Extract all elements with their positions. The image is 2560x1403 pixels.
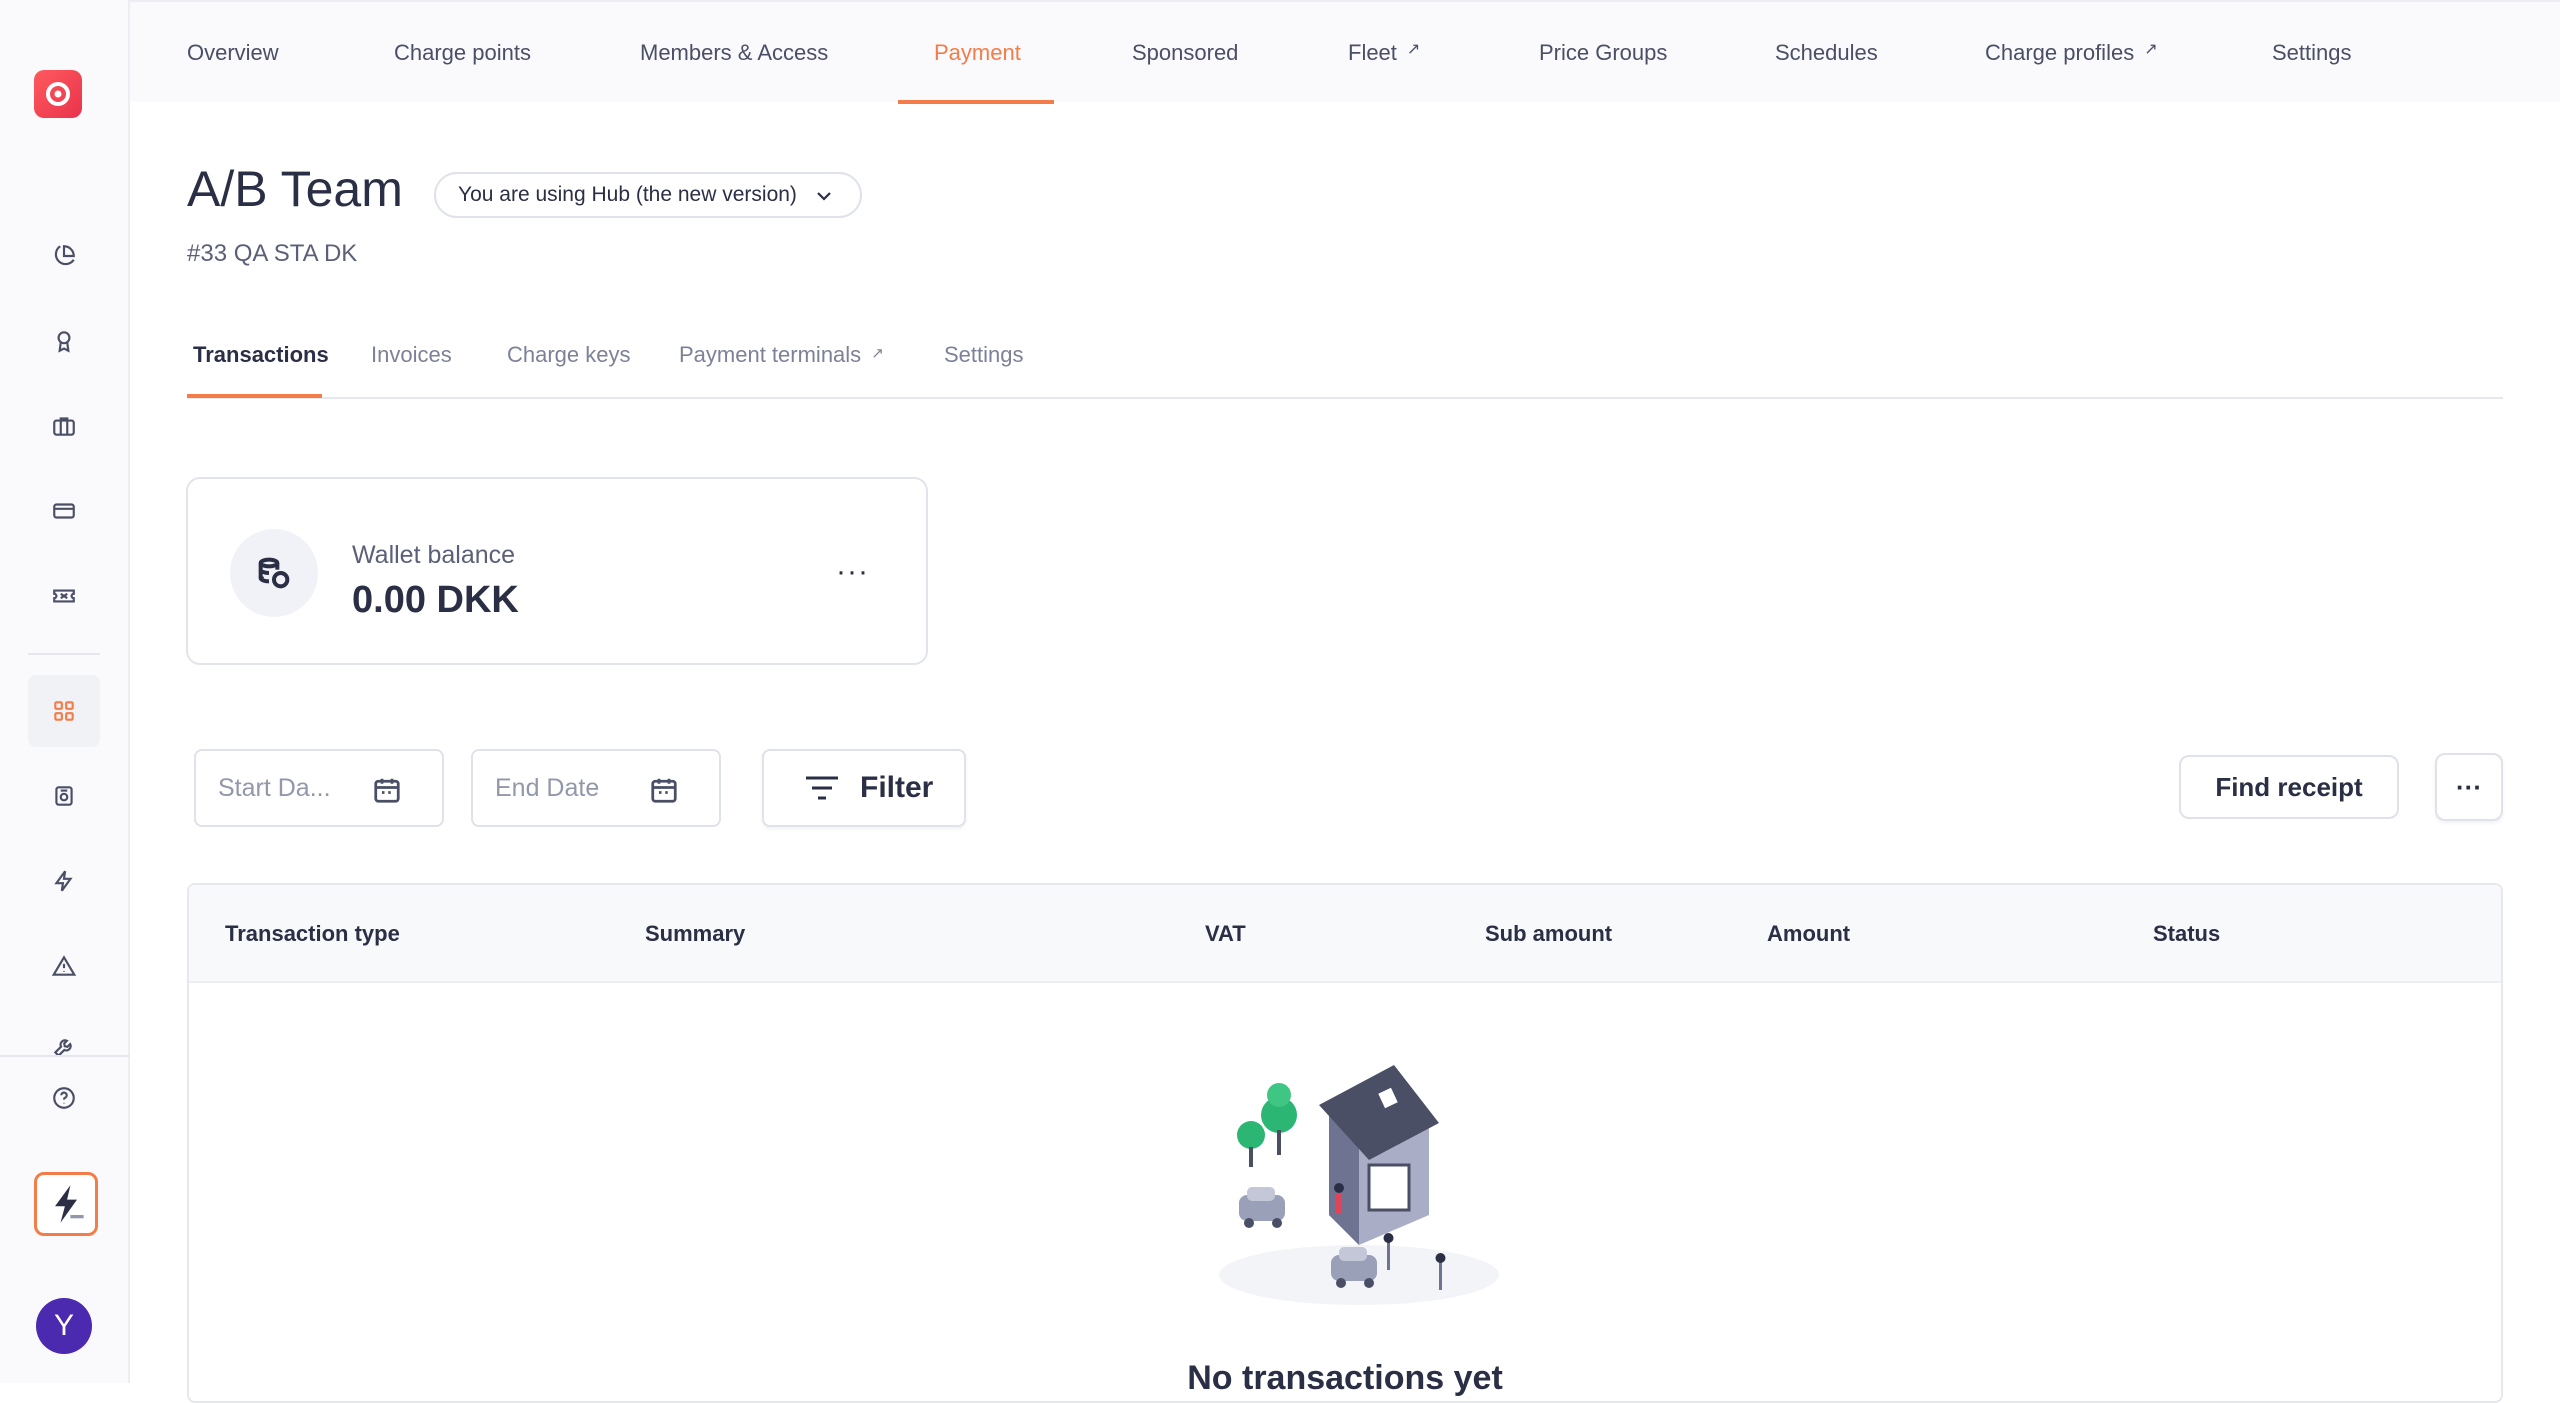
empty-state-text: No transactions yet <box>1187 1359 1503 1397</box>
start-date-input[interactable]: Start Da... <box>194 749 444 827</box>
sidebar-item-energy[interactable] <box>28 845 100 917</box>
filter-label: Filter <box>860 771 934 804</box>
column-header-status[interactable]: Status <box>2153 921 2220 947</box>
sidebar-item-alerts[interactable] <box>28 930 100 1002</box>
grid-icon <box>54 701 74 721</box>
organization-switcher[interactable] <box>34 1172 98 1236</box>
sidebar-divider <box>28 653 100 655</box>
version-label: You are using Hub (the new version) <box>458 183 797 206</box>
wrench-icon <box>53 1039 72 1055</box>
wallet-balance-label: Wallet balance <box>352 541 516 569</box>
sidebar-item-chargers[interactable] <box>28 760 100 832</box>
external-link-icon: ↗ <box>1406 41 1421 58</box>
page-subtitle: #33 QA STA DK <box>187 240 358 267</box>
tab-schedules[interactable]: Schedules <box>1775 2 1878 104</box>
logo-icon <box>46 82 70 106</box>
filter-icon <box>806 776 838 800</box>
external-link-icon: ↗ <box>2144 41 2158 58</box>
tab-price-groups[interactable]: Price Groups <box>1539 2 1667 104</box>
wallet-icon-container <box>230 529 318 617</box>
subtab-transactions[interactable]: Transactions <box>193 342 329 368</box>
wallet-more-button[interactable]: ··· <box>836 555 869 589</box>
app-logo[interactable] <box>34 70 82 118</box>
subtab-charge-keys[interactable]: Charge keys <box>507 342 631 368</box>
calendar-icon <box>374 778 400 803</box>
bolt-icon <box>54 870 73 892</box>
tab-payment[interactable]: Payment <box>934 2 1021 104</box>
sidebar-item-loyalty[interactable] <box>28 305 100 377</box>
subtab-payment-terminals-label: Payment terminals <box>679 342 862 367</box>
end-date-input[interactable]: End Date <box>471 749 721 827</box>
tab-settings[interactable]: Settings <box>2272 2 2352 104</box>
column-header-transaction-type[interactable]: Transaction type <box>225 921 400 947</box>
end-date-placeholder: End Date <box>495 773 600 802</box>
subtab-settings[interactable]: Settings <box>944 342 1024 368</box>
sidebar: Y <box>0 0 130 1383</box>
credit-card-icon <box>53 503 75 519</box>
active-tab-indicator <box>898 100 1054 104</box>
sidebar-item-vouchers[interactable] <box>28 560 100 632</box>
page-title: A/B Team <box>187 161 403 217</box>
column-header-sub-amount[interactable]: Sub amount <box>1485 921 1612 947</box>
sidebar-item-business[interactable] <box>28 390 100 462</box>
ticket-icon <box>53 589 75 603</box>
tab-charge-profiles[interactable]: Charge profiles ↗ <box>1985 2 2158 104</box>
calendar-icon <box>651 778 677 803</box>
top-nav: Overview Charge points Members & Access … <box>130 0 2560 104</box>
charger-icon <box>55 786 73 806</box>
column-header-summary[interactable]: Summary <box>645 921 745 947</box>
wallet-balance-value: 0.00 DKK <box>352 579 519 621</box>
help-icon <box>53 1087 75 1109</box>
sidebar-bottom-divider <box>0 1055 130 1057</box>
pie-chart-icon <box>54 245 75 266</box>
subtab-payment-terminals[interactable]: Payment terminals ↗ <box>679 342 884 368</box>
award-icon <box>57 331 71 353</box>
user-avatar[interactable]: Y <box>36 1298 92 1354</box>
start-date-placeholder: Start Da... <box>218 773 331 802</box>
briefcase-icon <box>53 417 75 436</box>
sidebar-item-help[interactable] <box>28 1062 100 1134</box>
more-options-button[interactable]: ··· <box>2435 753 2503 821</box>
table-header: Transaction type Summary VAT Sub amount … <box>189 885 2501 983</box>
tab-overview[interactable]: Overview <box>187 2 279 104</box>
sidebar-item-tools[interactable] <box>28 1010 100 1055</box>
chevron-down-icon <box>817 192 831 201</box>
column-header-amount[interactable]: Amount <box>1767 921 1850 947</box>
sidebar-item-hub[interactable] <box>28 675 100 747</box>
empty-state-illustration <box>1219 1065 1499 1305</box>
version-selector[interactable]: You are using Hub (the new version) <box>434 172 862 218</box>
subtab-invoices[interactable]: Invoices <box>371 342 452 368</box>
tab-charge-points[interactable]: Charge points <box>394 2 531 104</box>
column-header-vat[interactable]: VAT <box>1205 921 1246 947</box>
filter-button[interactable]: Filter <box>762 749 966 827</box>
alert-icon <box>51 955 77 976</box>
external-link-icon: ↗ <box>871 345 884 362</box>
transactions-table: Transaction type Summary VAT Sub amount … <box>187 883 2503 1403</box>
sidebar-item-billing[interactable] <box>28 475 100 547</box>
find-receipt-button[interactable]: Find receipt <box>2179 755 2399 819</box>
lightning-logo-icon <box>55 1185 84 1223</box>
wallet-balance-card: Wallet balance 0.00 DKK ··· <box>186 477 928 665</box>
sidebar-item-dashboard[interactable] <box>28 220 100 292</box>
tab-sponsored[interactable]: Sponsored <box>1132 2 1238 104</box>
subtabs-divider <box>187 397 2503 399</box>
active-subtab-indicator <box>187 394 322 398</box>
tab-members-access[interactable]: Members & Access <box>640 2 828 104</box>
tab-fleet[interactable]: Fleet ↗ <box>1348 2 1420 104</box>
tab-fleet-label: Fleet <box>1348 40 1397 65</box>
coins-icon <box>258 557 290 589</box>
tab-charge-profiles-label: Charge profiles <box>1985 40 2135 65</box>
